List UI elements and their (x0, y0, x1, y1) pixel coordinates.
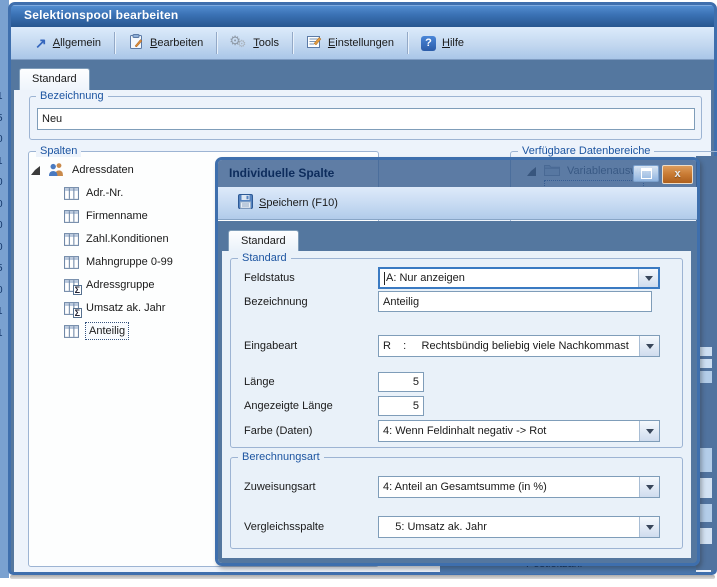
bezeichnung-field[interactable]: Anteilig (378, 291, 652, 312)
column-icon (64, 256, 79, 269)
tree-item-label: Firmenname (86, 209, 148, 223)
background-digits: 1 5 0 1 0 0 0 0 5 0 1 1 (0, 86, 3, 344)
bezeichnung-group-caption: Bezeichnung (36, 90, 108, 102)
restore-icon (641, 168, 652, 179)
toolbar-separator (114, 32, 115, 54)
toolbar-item-hilfe[interactable]: ? Hilfe (411, 33, 474, 54)
dropdown-arrow-icon[interactable] (639, 336, 659, 356)
toolbar-label: Einstellungen (328, 37, 394, 49)
tree-item-label: Zahl.Konditionen (86, 232, 169, 246)
toolbar-label: Tools (253, 37, 279, 49)
column-sum-icon: Σ (64, 302, 79, 315)
tree-item-selected[interactable]: Anteilig (64, 322, 128, 340)
screen: 1 5 0 1 0 0 0 0 5 0 1 1 Selektionspool b… (0, 0, 717, 587)
window-drop-shadow (10, 575, 715, 579)
feldstatus-label: Feldstatus (244, 271, 295, 285)
edit-document-icon (128, 34, 144, 53)
dropdown-arrow-icon[interactable] (639, 421, 659, 441)
settings-document-icon (306, 34, 322, 53)
background-row-fragment (699, 359, 712, 368)
dropdown-arrow-icon[interactable] (638, 269, 658, 287)
toolbar-label: Allgemein (53, 37, 101, 49)
tree-item[interactable]: Σ Umsatz ak. Jahr (64, 299, 165, 317)
background-row-fragment (699, 478, 712, 498)
vergleichsspalte-label: Vergleichsspalte (244, 520, 324, 534)
bezeichnung-input[interactable]: Neu (37, 108, 695, 130)
main-toolbar: ↗ Allgemein Bearbeiten ⚙⚙ T (11, 27, 714, 60)
laenge-label: Länge (244, 375, 275, 389)
tree-item[interactable]: Σ Adressgruppe (64, 276, 155, 294)
people-icon (48, 162, 65, 179)
main-window-titlebar: Selektionspool bearbeiten (11, 5, 714, 27)
tree-item-label: Mahngruppe 0-99 (86, 255, 173, 269)
tree-item[interactable]: Zahl.Konditionen (64, 230, 169, 248)
background-row-fragment (699, 528, 712, 544)
background-row-fragment (699, 448, 712, 472)
tree-item[interactable]: Adr.-Nr. (64, 184, 123, 202)
save-button[interactable]: Speichern (F10) (232, 191, 344, 215)
angezeigte-laenge-label: Angezeigte Länge (244, 399, 333, 413)
zuweisungsart-combo[interactable]: 4: Anteil an Gesamtsumme (in %) (378, 476, 660, 498)
tree-item-label: Umsatz ak. Jahr (86, 301, 165, 315)
dialog-title: Individuelle Spalte (229, 166, 334, 180)
toolbar-item-bearbeiten[interactable]: Bearbeiten (118, 31, 213, 56)
close-button[interactable]: x (662, 165, 693, 184)
angezeigte-laenge-field[interactable]: 5 (378, 396, 424, 416)
tree-item[interactable]: Firmenname (64, 207, 148, 225)
dropdown-arrow-icon[interactable] (639, 517, 659, 537)
spalten-group-caption: Spalten (36, 145, 81, 157)
toolbar-separator (216, 32, 217, 54)
berechnungsart-group-caption: Berechnungsart (238, 451, 324, 463)
toolbar-separator (407, 32, 408, 54)
datenbereiche-group-caption: Verfügbare Datenbereiche (518, 145, 654, 157)
tree-item[interactable]: Mahngruppe 0-99 (64, 253, 173, 271)
help-icon: ? (421, 36, 436, 51)
tab-standard-dialog[interactable]: Standard (228, 230, 299, 252)
tree-item-label: Adressgruppe (86, 278, 155, 292)
toolbar-separator (292, 32, 293, 54)
dialog-titlebar: Individuelle Spalte x (218, 160, 697, 187)
dropdown-arrow-icon[interactable] (639, 477, 659, 497)
floppy-disk-icon (238, 194, 253, 212)
standard-group-caption: Standard (238, 252, 291, 264)
toolbar-label: Hilfe (442, 37, 464, 49)
text-caret (384, 272, 385, 285)
tree-item-label: Adressdaten (72, 163, 134, 177)
background-row-fragment (699, 347, 712, 356)
toolbar-item-einstellungen[interactable]: Einstellungen (296, 31, 404, 56)
toolbar-item-tools[interactable]: ⚙⚙ Tools (220, 32, 289, 54)
farbe-combo[interactable]: 4: Wenn Feldinhalt negativ -> Rot (378, 420, 660, 442)
dialog-panel: Standard Feldstatus A: Nur anzeigen Beze… (222, 251, 691, 558)
toolbar-item-allgemein[interactable]: ↗ Allgemein (25, 33, 111, 53)
bezeichnung-label: Bezeichnung (244, 295, 308, 309)
tab-standard-main[interactable]: Standard (19, 68, 90, 90)
tree-item-label: Anteilig (86, 323, 128, 339)
gears-icon: ⚙⚙ (230, 35, 247, 51)
laenge-field[interactable]: 5 (378, 372, 424, 392)
farbe-label: Farbe (Daten) (244, 424, 312, 438)
column-icon (64, 325, 79, 338)
column-sum-icon: Σ (64, 279, 79, 292)
window-title: Selektionspool bearbeiten (24, 8, 178, 22)
toolbar-label: Bearbeiten (150, 37, 203, 49)
dialog-individuelle-spalte: Individuelle Spalte x Speichern (F10) (215, 157, 700, 566)
background-row-fragment (699, 504, 712, 522)
column-icon (64, 233, 79, 246)
arrow-ne-icon: ↗ (35, 36, 47, 50)
restore-button[interactable] (633, 165, 659, 182)
column-icon (64, 210, 79, 223)
zuweisungsart-label: Zuweisungsart (244, 480, 316, 494)
save-button-label: Speichern (F10) (259, 197, 338, 209)
feldstatus-combo[interactable]: A: Nur anzeigen (378, 267, 660, 289)
eingabeart-label: Eingabeart (244, 339, 297, 353)
tree-item-adressdaten[interactable]: Adressdaten (31, 161, 134, 179)
tree-item-label: Adr.-Nr. (86, 186, 123, 200)
eingabeart-combo[interactable]: R : Rechtsbündig beliebig viele Nachkomm… (378, 335, 660, 357)
dialog-toolbar: Speichern (F10) (218, 187, 697, 220)
background-row-fragment (699, 371, 712, 383)
vergleichsspalte-combo[interactable]: 5: Umsatz ak. Jahr (378, 516, 660, 538)
expand-triangle-icon[interactable] (31, 166, 40, 175)
column-icon (64, 187, 79, 200)
